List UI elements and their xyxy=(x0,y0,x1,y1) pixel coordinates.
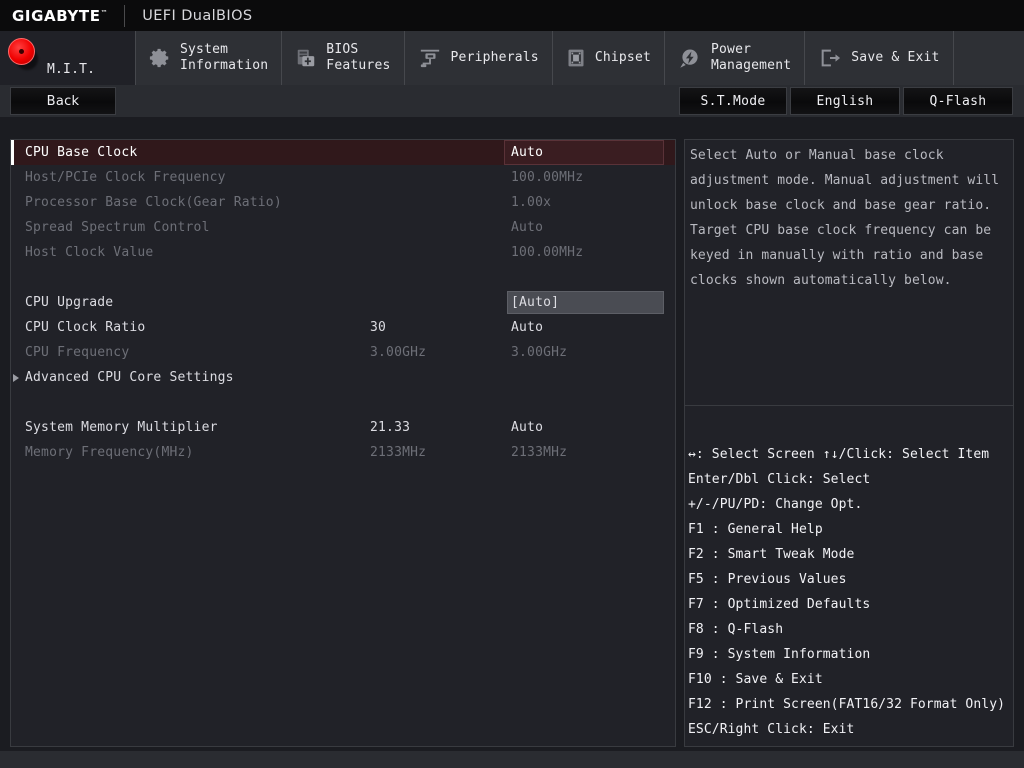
tab-system-information[interactable]: System Information xyxy=(136,31,283,85)
setting-option-value: 100.00MHz xyxy=(511,170,584,185)
setting-label: CPU Clock Ratio xyxy=(25,320,146,335)
settings-row[interactable]: CPU Base Clock Auto xyxy=(11,140,675,165)
setting-label: Host/PCIe Clock Frequency xyxy=(25,170,226,185)
peripherals-icon xyxy=(420,49,439,68)
tab-chipset-label: Chipset xyxy=(594,50,651,65)
red-disc-icon xyxy=(8,38,38,70)
tab-peripherals-label: Peripherals xyxy=(450,50,539,65)
legend-line: F5 : Previous Values xyxy=(688,572,847,587)
tab-bios-features[interactable]: BIOS Features xyxy=(282,31,405,85)
settings-row: Spread Spectrum Control Auto xyxy=(11,215,675,240)
tab-bios-features-label: BIOS Features xyxy=(326,42,391,73)
settings-row[interactable]: CPU Clock Ratio 30 Auto xyxy=(11,315,675,340)
setting-label: Host Clock Value xyxy=(25,245,154,260)
help-line: keyed in manually with ratio and base xyxy=(690,248,984,263)
sub-toolbar: Back S.T.Mode English Q-Flash xyxy=(0,85,1024,117)
legend-line: Enter/Dbl Click: Select xyxy=(688,472,871,487)
setting-option-value[interactable]: Auto xyxy=(511,145,543,160)
bios-screen: GIGABYTE™ UEFI DualBIOS M.I.T. System In… xyxy=(0,0,1024,768)
setting-label: Advanced CPU Core Settings xyxy=(25,370,234,385)
brand-subtitle: UEFI DualBIOS xyxy=(142,7,253,24)
settings-row: Host Clock Value 100.00MHz xyxy=(11,240,675,265)
settings-row[interactable]: CPU Upgrade [Auto] xyxy=(11,290,675,315)
tab-power-management[interactable]: Power Management xyxy=(665,31,806,85)
st-mode-button[interactable]: S.T.Mode xyxy=(679,87,787,115)
setting-current-value: 2133MHz xyxy=(370,445,427,460)
tab-power-management-label: Power Management xyxy=(711,42,792,73)
help-line: unlock base clock and base gear ratio. xyxy=(690,198,992,213)
help-text: Select Auto or Manual base clock adjustme… xyxy=(690,143,1010,293)
setting-current-value: 3.00GHz xyxy=(370,345,427,360)
legend-line: F7 : Optimized Defaults xyxy=(688,597,871,612)
help-line: Target CPU base clock frequency can be xyxy=(690,223,992,238)
gigabyte-logo-text: GIGABYTE xyxy=(12,6,101,25)
setting-label: CPU Base Clock xyxy=(25,145,138,160)
setting-current-value: 21.33 xyxy=(370,420,411,435)
setting-option-value[interactable]: Auto xyxy=(511,320,543,335)
chipset-icon xyxy=(568,49,584,67)
bios-chip-plus-icon xyxy=(298,49,315,67)
setting-option-value[interactable]: [Auto] xyxy=(511,295,559,310)
footer-strip xyxy=(0,751,1024,768)
main-nav: M.I.T. System Information BIOS Features xyxy=(0,31,1024,85)
gear-icon xyxy=(149,48,169,68)
tab-chipset[interactable]: Chipset xyxy=(553,31,665,85)
setting-current-value: 30 xyxy=(370,320,387,335)
legend-line: F1 : General Help xyxy=(688,522,823,537)
settings-row: Memory Frequency(MHz) 2133MHz 2133MHz xyxy=(11,440,675,465)
brand-bar: GIGABYTE™ UEFI DualBIOS xyxy=(0,0,1024,31)
tab-mit[interactable]: M.I.T. xyxy=(0,31,136,85)
legend-line: F10 : Save & Exit xyxy=(688,672,823,687)
tab-mit-label: M.I.T. xyxy=(47,62,96,77)
setting-option-value: 3.00GHz xyxy=(511,345,568,360)
setting-label: CPU Frequency xyxy=(25,345,130,360)
submenu-arrow-icon xyxy=(13,373,19,382)
settings-list: CPU Base Clock Auto Host/PCIe Clock Freque… xyxy=(11,140,675,465)
legend-line: F8 : Q-Flash xyxy=(688,622,784,637)
setting-option-value: 2133MHz xyxy=(511,445,568,460)
tab-save-exit[interactable]: Save & Exit xyxy=(805,31,954,85)
legend-line: ESC/Right Click: Exit xyxy=(688,722,855,737)
tab-system-information-label: System Information xyxy=(180,42,269,73)
setting-option-value: 1.00x xyxy=(511,195,552,210)
settings-row[interactable]: System Memory Multiplier 21.33 Auto xyxy=(11,415,675,440)
language-button[interactable]: English xyxy=(790,87,900,115)
legend-line: +/-/PU/PD: Change Opt. xyxy=(688,497,863,512)
q-flash-button[interactable]: Q-Flash xyxy=(903,87,1013,115)
exit-arrow-icon xyxy=(821,49,841,67)
settings-row[interactable]: Advanced CPU Core Settings xyxy=(11,365,675,390)
setting-label: System Memory Multiplier xyxy=(25,420,218,435)
legend-line: F9 : System Information xyxy=(688,647,871,662)
setting-label: CPU Upgrade xyxy=(25,295,114,310)
setting-label: Processor Base Clock(Gear Ratio) xyxy=(25,195,282,210)
legend-line: F2 : Smart Tweak Mode xyxy=(688,547,855,562)
back-button[interactable]: Back xyxy=(10,87,116,115)
key-legend: ↔: Select Screen ↑↓/Click: Select Item En… xyxy=(688,442,1014,742)
row-spacer xyxy=(11,265,675,290)
panel-divider xyxy=(675,139,676,747)
setting-label: Memory Frequency(MHz) xyxy=(25,445,194,460)
legend-line: F12 : Print Screen(FAT16/32 Format Only) xyxy=(688,697,1006,712)
setting-label: Spread Spectrum Control xyxy=(25,220,210,235)
setting-option-value: Auto xyxy=(511,220,544,235)
setting-option-value: 100.00MHz xyxy=(511,245,584,260)
power-bolt-icon xyxy=(680,49,698,68)
gigabyte-logo: GIGABYTE™ xyxy=(0,7,108,25)
help-line: clocks shown automatically below. xyxy=(690,273,952,288)
row-spacer xyxy=(11,390,675,415)
legend-line: ↔: Select Screen ↑↓/Click: Select Item xyxy=(688,447,990,462)
tab-save-exit-label: Save & Exit xyxy=(851,50,940,65)
tab-peripherals[interactable]: Peripherals xyxy=(405,31,553,85)
brand-divider xyxy=(124,4,126,27)
settings-row: Processor Base Clock(Gear Ratio) 1.00x xyxy=(11,190,675,215)
help-line: adjustment mode. Manual adjustment will xyxy=(690,173,1000,188)
settings-row: CPU Frequency 3.00GHz 3.00GHz xyxy=(11,340,675,365)
setting-option-value[interactable]: Auto xyxy=(511,420,543,435)
settings-row: Host/PCIe Clock Frequency 100.00MHz xyxy=(11,165,675,190)
trademark-symbol: ™ xyxy=(100,8,109,17)
help-line: Select Auto or Manual base clock xyxy=(690,148,944,163)
